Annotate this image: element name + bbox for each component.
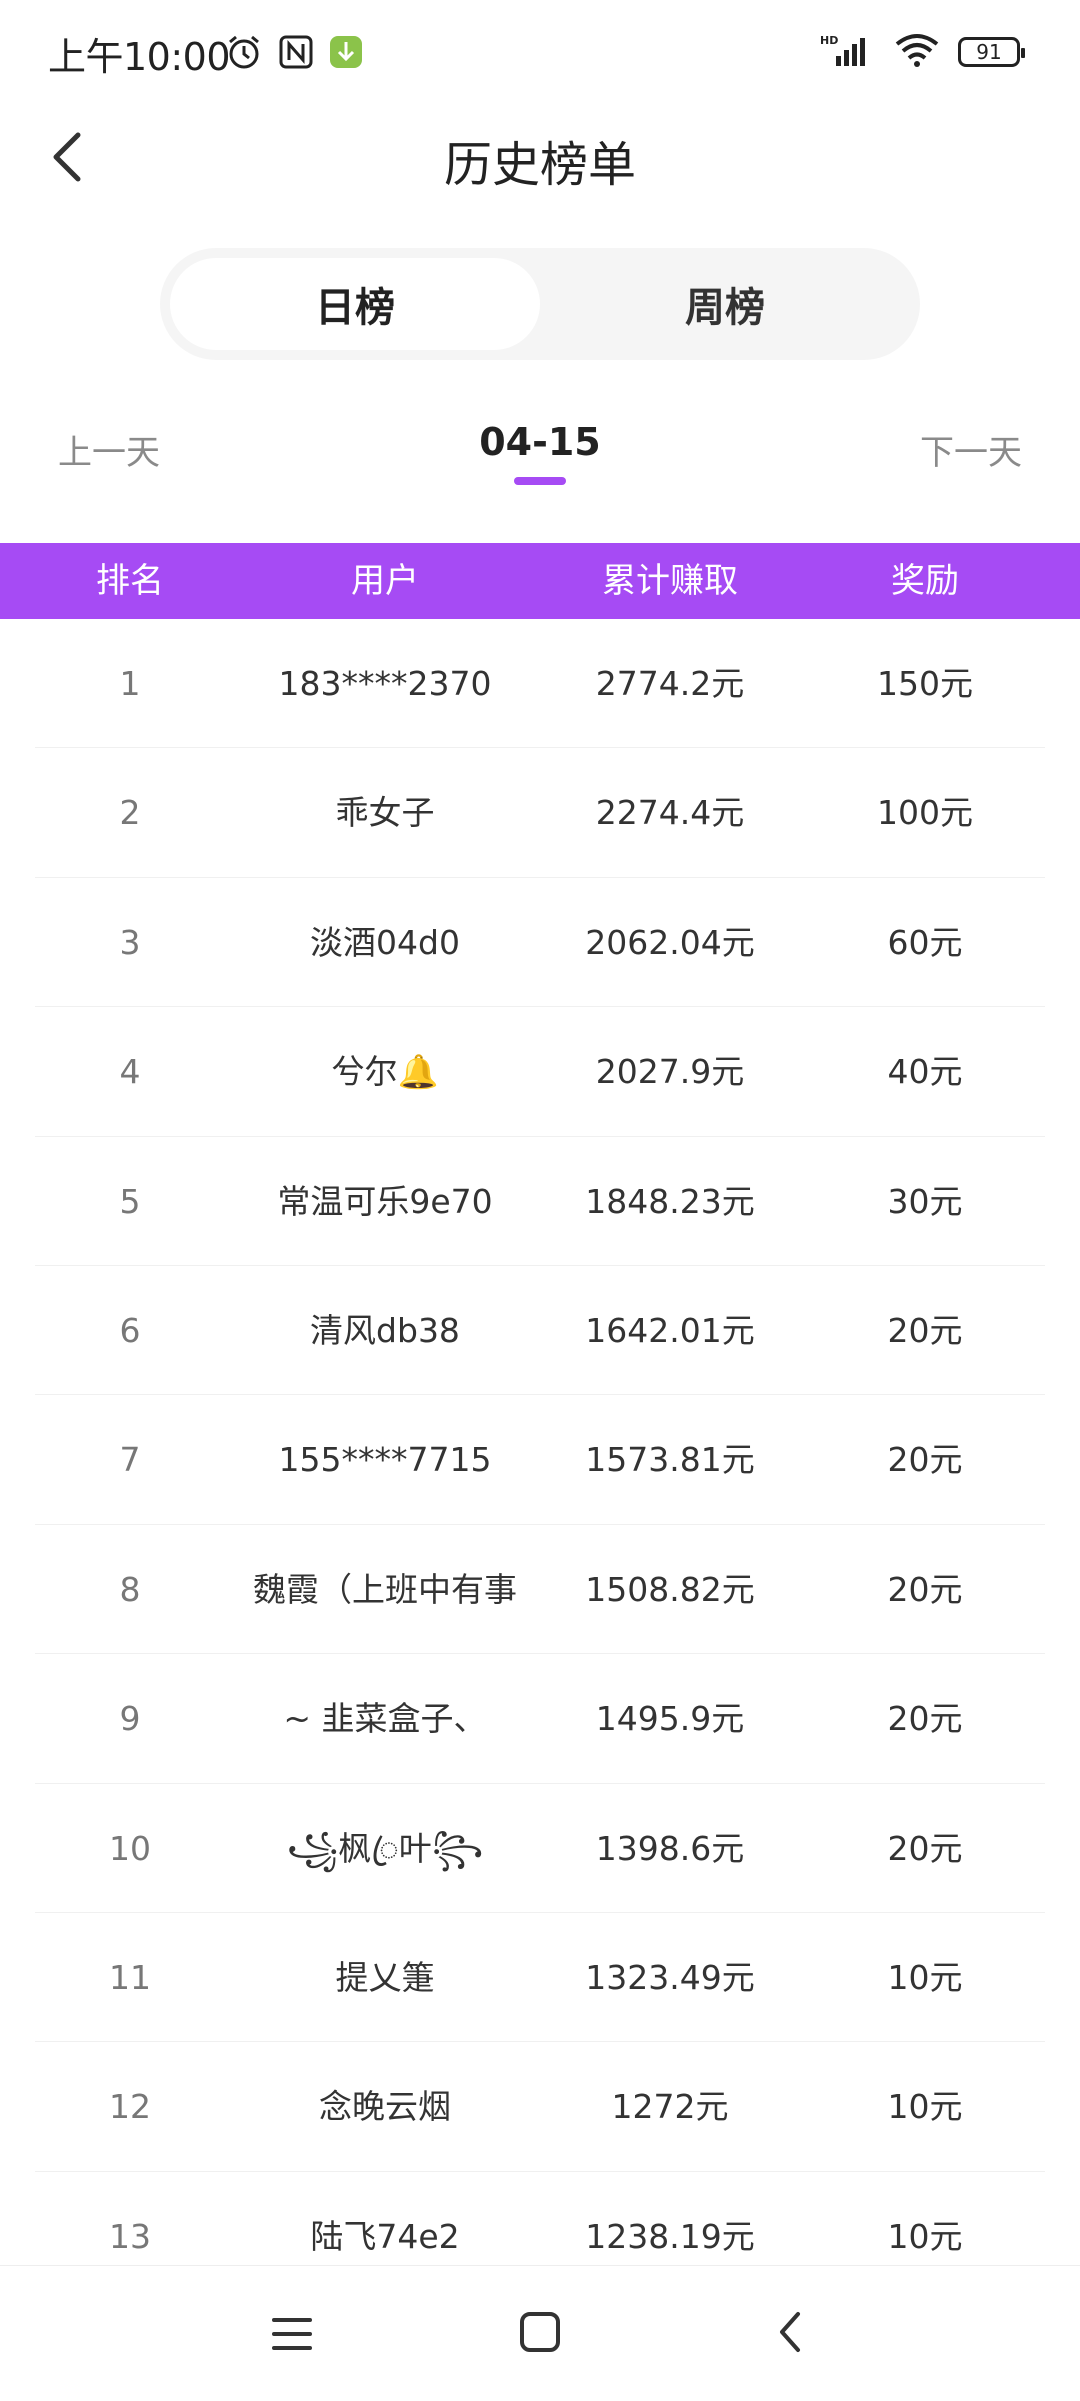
nfc-icon xyxy=(278,34,314,74)
earned-cell: 2027.9元 xyxy=(595,1052,745,1092)
table-row: 10 ꧁枫ꦿ叶꧂ 1398.6元 20元 xyxy=(0,1784,1080,1914)
rank-cell: 12 xyxy=(109,2087,151,2127)
battery-icon: 91 xyxy=(958,37,1025,67)
earned-cell: 1642.01元 xyxy=(585,1310,755,1350)
alarm-icon xyxy=(224,32,264,76)
back-icon xyxy=(780,2312,800,2352)
nav-header: 历史榜单 xyxy=(0,105,1080,215)
user-cell: 淡酒04d0 xyxy=(310,922,460,962)
rank-cell: 7 xyxy=(119,1440,141,1480)
reward-cell: 20元 xyxy=(887,1699,963,1739)
user-cell: 提乂箑 xyxy=(335,1957,435,1997)
reward-cell: 40元 xyxy=(887,1052,963,1092)
earned-cell: 1272元 xyxy=(611,2087,729,2127)
header-user: 用户 xyxy=(351,561,419,601)
earned-cell: 1398.6元 xyxy=(595,1828,745,1868)
earned-cell: 2062.04元 xyxy=(585,922,755,962)
system-nav-bar xyxy=(0,2265,1080,2401)
table-row: 6 清风db38 1642.01元 20元 xyxy=(0,1266,1080,1396)
user-cell: 155****7715 xyxy=(278,1440,492,1480)
ranking-list: 1 183****2370 2774.2元 150元 2 乖女子 2274.4元… xyxy=(0,619,1080,2302)
table-row: 4 兮尔🔔 2027.9元 40元 xyxy=(0,1007,1080,1137)
earned-cell: 1323.49元 xyxy=(585,1957,755,1997)
user-cell: ꧁枫ꦿ叶꧂ xyxy=(286,1828,484,1868)
user-cell: 常温可乐9e70 xyxy=(277,1181,493,1221)
tab-weekly[interactable]: 周榜 xyxy=(540,258,910,350)
table-row: 9 ~ 韭菜盒子、 1495.9元 20元 xyxy=(0,1654,1080,1784)
earned-cell: 1508.82元 xyxy=(585,1569,755,1609)
earned-cell: 2274.4元 xyxy=(595,793,745,833)
status-bar: 上午10:00 HD 91 xyxy=(0,0,1080,105)
home-square-icon xyxy=(520,2312,560,2352)
rank-cell: 11 xyxy=(109,1957,151,1997)
next-day-button[interactable]: 下一天 xyxy=(920,425,1022,474)
nav-home-button[interactable] xyxy=(516,2308,564,2360)
reward-cell: 100元 xyxy=(877,793,973,833)
svg-text:HD: HD xyxy=(820,34,838,47)
user-cell: 乖女子 xyxy=(335,793,435,833)
user-cell: ~ 韭菜盒子、 xyxy=(283,1699,487,1739)
download-app-icon xyxy=(328,34,364,74)
rank-cell: 9 xyxy=(119,1699,141,1739)
user-cell: 183****2370 xyxy=(278,664,492,703)
reward-cell: 10元 xyxy=(887,1957,963,1997)
date-underline xyxy=(514,477,566,485)
rank-cell: 10 xyxy=(109,1828,151,1868)
header-rank: 排名 xyxy=(96,561,164,601)
rank-cell: 2 xyxy=(119,793,141,833)
reward-cell: 20元 xyxy=(887,1828,963,1868)
status-time: 上午10:00 xyxy=(48,35,231,79)
reward-cell: 60元 xyxy=(887,922,963,962)
header-earned: 累计赚取 xyxy=(602,561,738,601)
earned-cell: 1573.81元 xyxy=(585,1440,755,1480)
rank-cell: 1 xyxy=(119,664,141,703)
status-icons-right: HD 91 xyxy=(820,32,1025,72)
table-row: 7 155****7715 1573.81元 20元 xyxy=(0,1395,1080,1526)
reward-cell: 20元 xyxy=(887,1569,963,1609)
wifi-icon xyxy=(894,32,940,72)
user-cell: 念晚云烟 xyxy=(319,2087,451,2127)
earned-cell: 1848.23元 xyxy=(585,1181,755,1221)
table-row: 11 提乂箑 1323.49元 10元 xyxy=(0,1913,1080,2043)
earned-cell: 1495.9元 xyxy=(595,1699,745,1739)
current-date: 04-15 xyxy=(479,420,601,464)
status-icons-left xyxy=(224,32,364,76)
menu-icon xyxy=(272,2318,312,2350)
rank-cell: 8 xyxy=(119,1569,141,1609)
earned-cell: 2774.2元 xyxy=(595,664,745,703)
rank-cell: 5 xyxy=(119,1181,141,1221)
table-row: 3 淡酒04d0 2062.04元 60元 xyxy=(0,878,1080,1008)
rank-cell: 3 xyxy=(119,922,141,962)
reward-cell: 20元 xyxy=(887,1310,963,1350)
nav-menu-button[interactable] xyxy=(270,2314,314,2358)
reward-cell: 30元 xyxy=(887,1181,963,1221)
reward-cell: 150元 xyxy=(877,664,973,703)
table-row: 1 183****2370 2774.2元 150元 xyxy=(0,619,1080,749)
tab-daily[interactable]: 日榜 xyxy=(170,258,540,350)
table-row: 5 常温可乐9e70 1848.23元 30元 xyxy=(0,1137,1080,1267)
user-cell: 清风db38 xyxy=(310,1310,460,1350)
signal-icon: HD xyxy=(820,32,876,72)
reward-cell: 20元 xyxy=(887,1440,963,1480)
table-row: 12 念晚云烟 1272元 10元 xyxy=(0,2042,1080,2173)
table-header: 排名 用户 累计赚取 奖励 xyxy=(0,543,1080,619)
user-cell: 魏霞（上班中有事 xyxy=(253,1569,517,1609)
battery-level: 91 xyxy=(976,40,1002,64)
nav-back-button[interactable] xyxy=(770,2308,810,2360)
table-row: 2 乖女子 2274.4元 100元 xyxy=(0,748,1080,879)
user-cell: 兮尔🔔 xyxy=(331,1052,439,1092)
rank-cell: 6 xyxy=(119,1310,141,1350)
reward-cell: 10元 xyxy=(887,2087,963,2127)
rank-cell: 4 xyxy=(119,1052,141,1092)
ranking-type-tabs: 日榜 周榜 xyxy=(160,248,920,360)
page-title: 历史榜单 xyxy=(443,137,636,193)
header-reward: 奖励 xyxy=(891,561,959,601)
table-row: 8 魏霞（上班中有事 1508.82元 20元 xyxy=(0,1525,1080,1655)
